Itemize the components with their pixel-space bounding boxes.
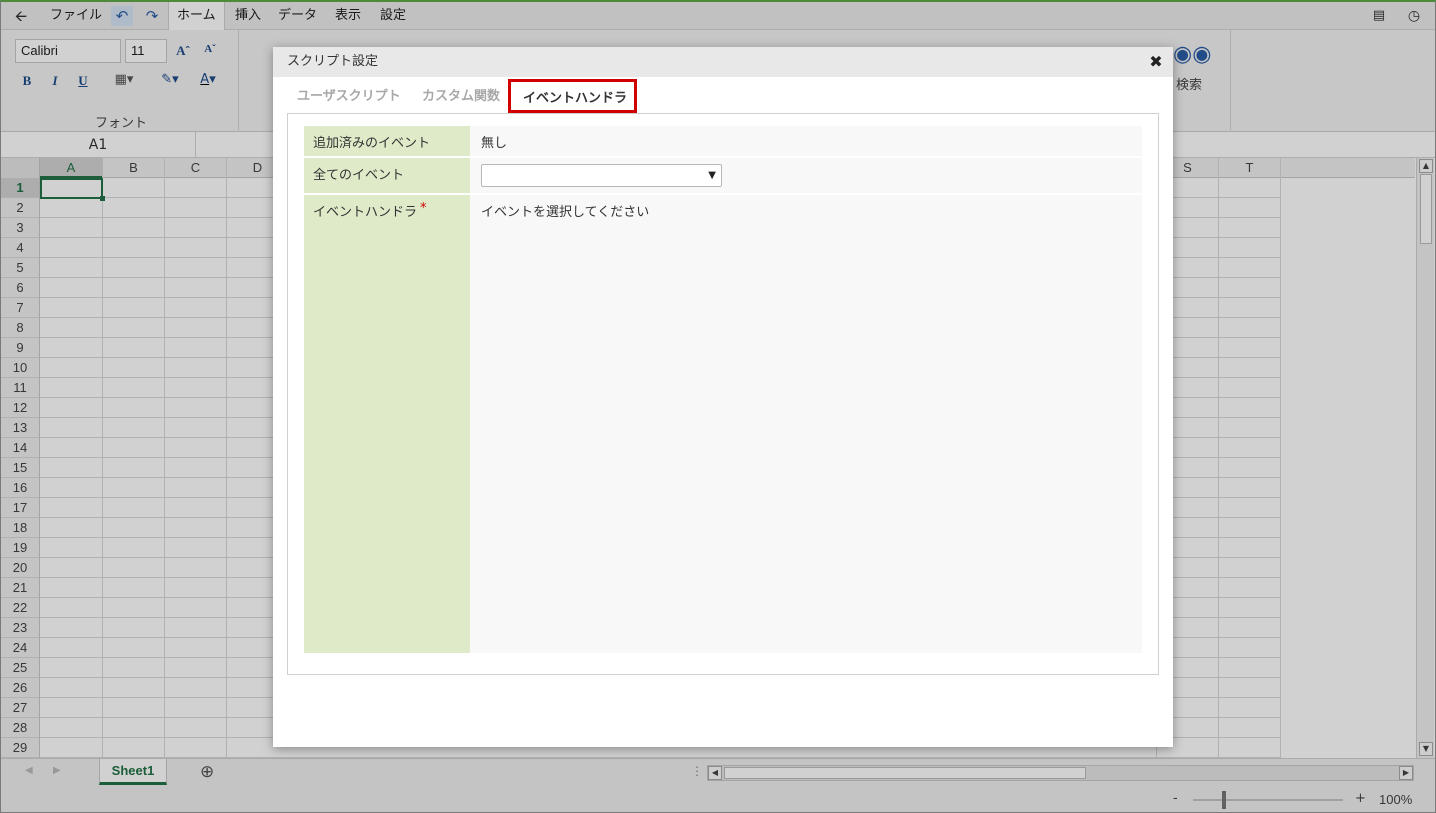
dialog-title: スクリプト設定 — [287, 54, 379, 69]
handler-label-cell: イベントハンドラ * — [304, 195, 470, 653]
dialog-header: スクリプト設定 ✖ — [273, 47, 1173, 77]
close-icon[interactable]: ✖ — [1147, 51, 1165, 73]
dialog-tabs: ユーザスクリプト カスタム関数 イベントハンドラ — [287, 80, 1159, 113]
required-mark: * — [420, 201, 427, 216]
handler-editor[interactable]: イベントを選択してください — [470, 195, 1142, 653]
event-select[interactable]: ▼ — [481, 164, 722, 187]
script-settings-dialog: スクリプト設定 ✖ ユーザスクリプト カスタム関数 イベントハンドラ 追加済みの… — [273, 47, 1173, 747]
tab-custom-function[interactable]: カスタム関数 — [412, 80, 510, 113]
added-events-value: 無し — [470, 126, 1142, 156]
dropdown-arrow-icon[interactable]: ▼ — [708, 165, 716, 186]
handler-row: イベントハンドラ * イベントを選択してください — [304, 195, 1142, 653]
added-events-label: 追加済みのイベント — [304, 126, 470, 156]
handler-label: イベントハンドラ — [313, 205, 418, 220]
all-events-label: 全てのイベント — [304, 158, 470, 193]
all-events-row: 全てのイベント ▼ — [304, 158, 1142, 193]
tab-user-script[interactable]: ユーザスクリプト — [287, 80, 411, 113]
event-handler-panel: 追加済みのイベント 無し 全てのイベント ▼ イベントハンドラ * イベントを選択… — [287, 113, 1159, 675]
all-events-cell: ▼ — [470, 158, 1142, 193]
added-events-row: 追加済みのイベント 無し — [304, 126, 1142, 156]
highlight-box — [508, 79, 637, 113]
